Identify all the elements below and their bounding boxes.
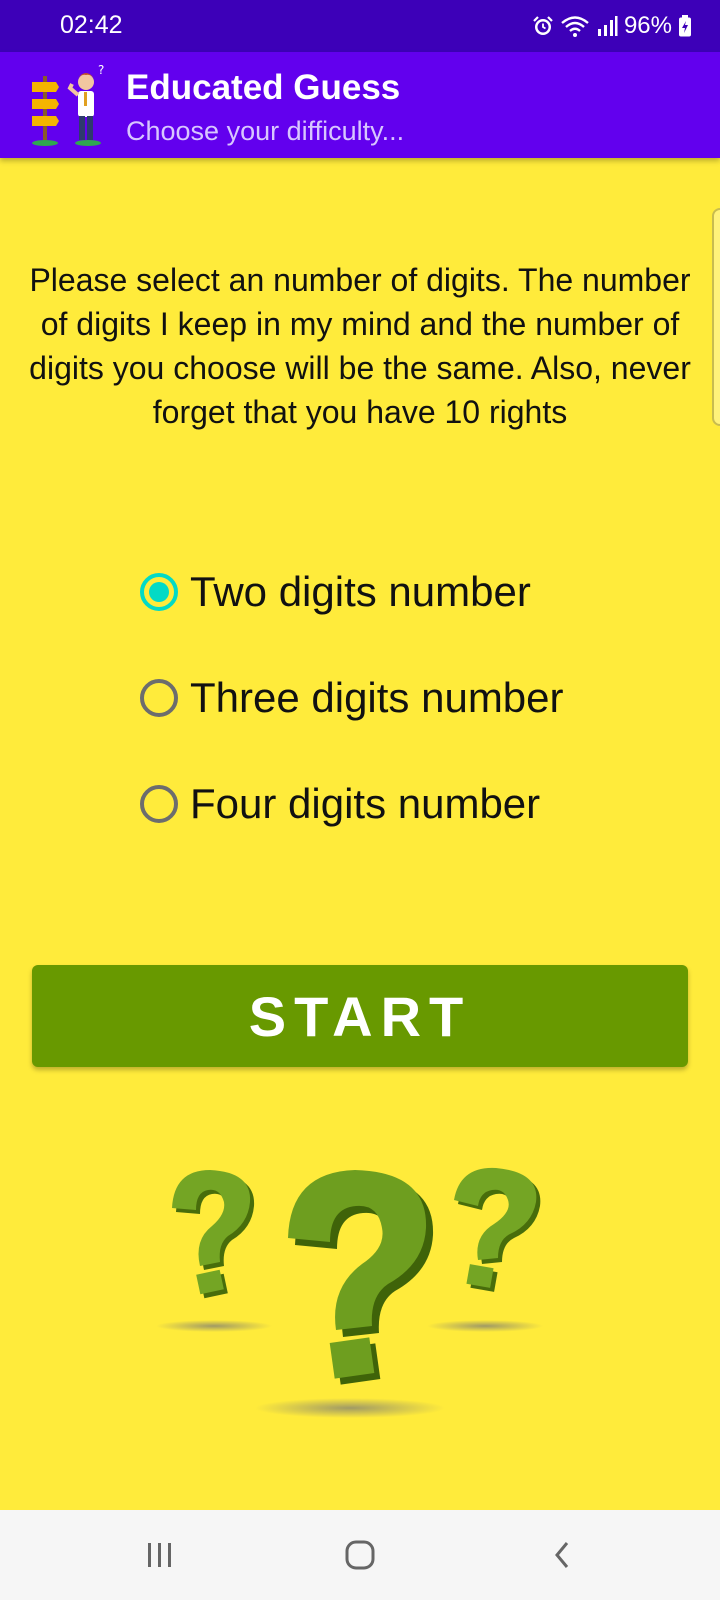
radio-button[interactable] bbox=[140, 785, 178, 823]
app-subtitle: Choose your difficulty... bbox=[126, 116, 405, 146]
question-mark-icon bbox=[172, 1170, 255, 1299]
signal-icon bbox=[596, 15, 618, 37]
recent-apps-icon[interactable] bbox=[130, 1530, 190, 1580]
question-mark-icon bbox=[288, 1170, 434, 1385]
svg-text:?: ? bbox=[98, 63, 104, 77]
alarm-icon bbox=[532, 15, 554, 37]
question-mark-icon bbox=[454, 1167, 541, 1292]
back-icon[interactable] bbox=[532, 1530, 592, 1580]
radio-option-three-digits[interactable]: Three digits number bbox=[140, 666, 564, 730]
app-logo: ? bbox=[28, 62, 112, 148]
instructions-text: Please select an number of digits. The n… bbox=[29, 262, 691, 430]
status-icons: 96% bbox=[532, 10, 692, 42]
battery-level: 96% bbox=[623, 12, 672, 39]
navigation-bar bbox=[0, 1510, 720, 1600]
home-icon[interactable] bbox=[330, 1530, 390, 1580]
radio-label: Four digits number bbox=[190, 780, 541, 827]
radio-label: Three digits number bbox=[190, 674, 564, 721]
status-bar: 02:42 96% bbox=[0, 0, 720, 52]
question-marks-illustration bbox=[150, 1160, 570, 1430]
app-title: Educated Guess bbox=[126, 68, 401, 107]
radio-option-four-digits[interactable]: Four digits number bbox=[140, 772, 540, 836]
status-time: 02:42 bbox=[60, 11, 123, 39]
start-button[interactable]: START bbox=[32, 965, 688, 1067]
radio-option-two-digits[interactable]: Two digits number bbox=[140, 560, 531, 624]
radio-label: Two digits number bbox=[190, 568, 531, 615]
battery-charging-icon bbox=[678, 15, 692, 37]
scroll-edge-indicator bbox=[712, 208, 720, 426]
wifi-icon bbox=[560, 14, 590, 38]
radio-button[interactable] bbox=[140, 679, 178, 717]
app-bar: ? Educated Guess Choose your difficulty.… bbox=[0, 52, 720, 158]
radio-button-checked[interactable] bbox=[140, 573, 178, 611]
